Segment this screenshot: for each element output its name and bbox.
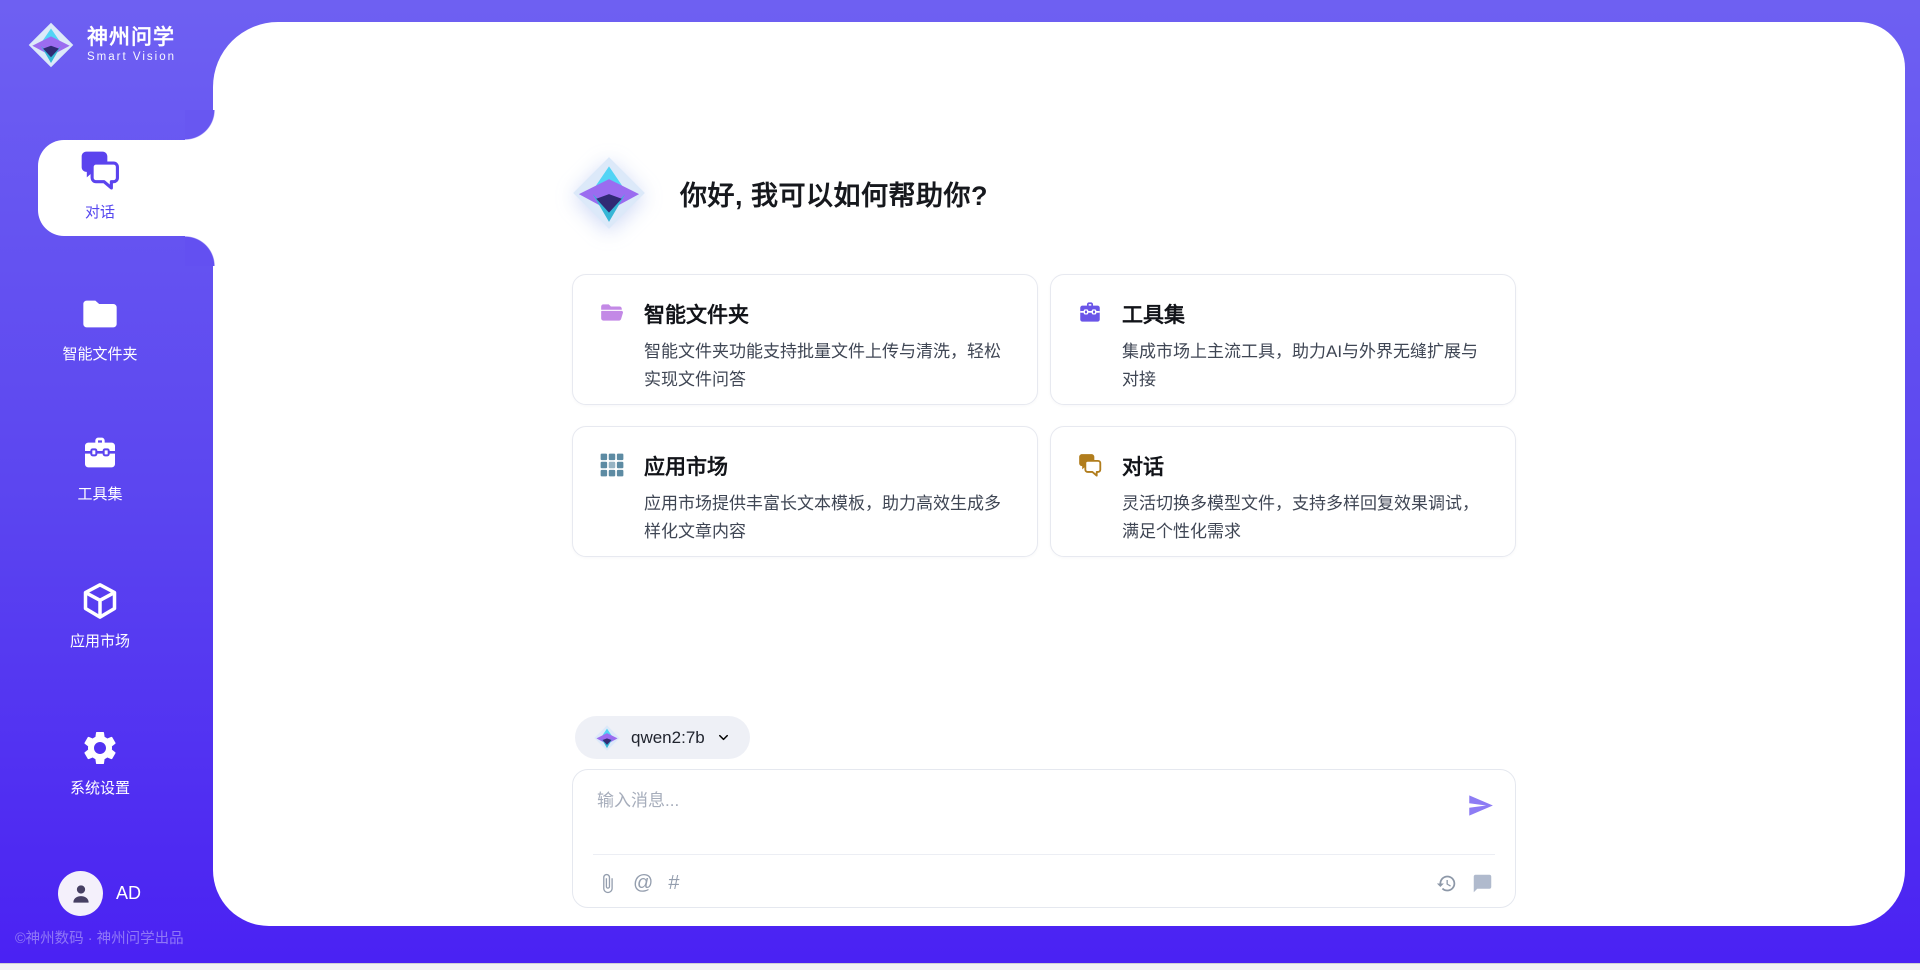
sidebar-item-smart-folder[interactable]: 智能文件夹 [0,294,200,364]
user-account[interactable]: AD [58,871,141,916]
brand-name: 神州问学 [87,26,176,50]
brand-logo: 神州问学 Smart Vision [28,22,176,68]
composer-divider [593,854,1495,855]
card-app-market[interactable]: 应用市场 应用市场提供丰富长文本模板，助力高效生成多样化文章内容 [572,426,1038,557]
card-toolset[interactable]: 工具集 集成市场上主流工具，助力AI与外界无缝扩展与对接 [1050,274,1516,405]
card-title: 应用市场 [644,451,1013,481]
sidebar-item-label: 对话 [85,201,115,222]
model-name: qwen2:7b [631,728,705,748]
card-description: 灵活切换多模型文件，支持多样回复效果调试，满足个性化需求 [1122,490,1493,546]
greeting-title: 你好, 我可以如何帮助你? [680,174,988,213]
history-icon [1436,873,1457,894]
chat-bubble-icon [1472,873,1493,894]
person-icon [68,881,94,907]
card-description: 应用市场提供丰富长文本模板，助力高效生成多样化文章内容 [644,490,1015,546]
grid-icon [599,452,625,478]
avatar [58,871,103,916]
composer-toolbar: @ # [597,864,1493,902]
paperclip-icon [597,873,618,894]
window-bottom-edge [0,963,1920,970]
copyright-text: ©神州数码 · 神州问学出品 [15,927,213,948]
brand-diamond-icon [28,22,74,68]
hash-button[interactable]: # [668,873,679,894]
message-input[interactable] [597,786,1447,842]
brand-subtitle: Smart Vision [87,50,176,64]
card-title: 对话 [1122,451,1491,481]
app-background: 神州问学 Smart Vision 对话 智能文件夹 工具集 应用市场 系统设置 [0,0,1920,970]
sidebar: 神州问学 Smart Vision 对话 智能文件夹 工具集 应用市场 系统设置 [0,0,213,970]
model-selector[interactable]: qwen2:7b [575,716,750,759]
sidebar-item-settings[interactable]: 系统设置 [0,728,200,798]
card-chat[interactable]: 对话 灵活切换多模型文件，支持多样回复效果调试，满足个性化需求 [1050,426,1516,557]
brand-text: 神州问学 Smart Vision [87,26,176,64]
sidebar-item-toolset[interactable]: 工具集 [0,434,200,504]
chat-icon [78,148,122,192]
card-description: 集成市场上主流工具，助力AI与外界无缝扩展与对接 [1122,338,1493,394]
cube-icon [80,581,120,621]
card-title: 工具集 [1122,299,1491,329]
card-description: 智能文件夹功能支持批量文件上传与清洗，轻松实现文件问答 [644,338,1015,394]
gear-icon [80,728,120,768]
card-smart-folder[interactable]: 智能文件夹 智能文件夹功能支持批量文件上传与清洗，轻松实现文件问答 [572,274,1038,405]
sidebar-item-chat[interactable]: 对话 [0,148,200,222]
chevron-down-icon [716,730,731,745]
composer: @ # [572,769,1516,908]
brand-diamond-icon [572,156,646,230]
history-button[interactable] [1436,873,1457,894]
mention-button[interactable]: @ [633,873,653,894]
folder-open-icon [599,300,625,326]
attach-button[interactable] [597,873,618,894]
toolbox-icon [80,434,120,474]
feature-cards: 智能文件夹 智能文件夹功能支持批量文件上传与清洗，轻松实现文件问答 工具集 集成… [572,274,1516,557]
folder-icon [80,294,120,334]
user-initials: AD [116,883,141,904]
sidebar-item-app-market[interactable]: 应用市场 [0,581,200,651]
quick-phrases-button[interactable] [1472,873,1493,894]
sidebar-item-label: 智能文件夹 [62,343,137,364]
sidebar-item-label: 应用市场 [70,630,130,651]
toolbox-icon [1077,300,1103,326]
greeting: 你好, 我可以如何帮助你? [572,156,988,230]
send-button[interactable] [1465,792,1495,822]
sidebar-item-label: 系统设置 [70,777,130,798]
send-icon [1467,792,1494,819]
sidebar-item-label: 工具集 [77,483,122,504]
chat-icon [1077,452,1103,478]
card-title: 智能文件夹 [644,299,1013,329]
brand-diamond-icon [594,725,620,751]
